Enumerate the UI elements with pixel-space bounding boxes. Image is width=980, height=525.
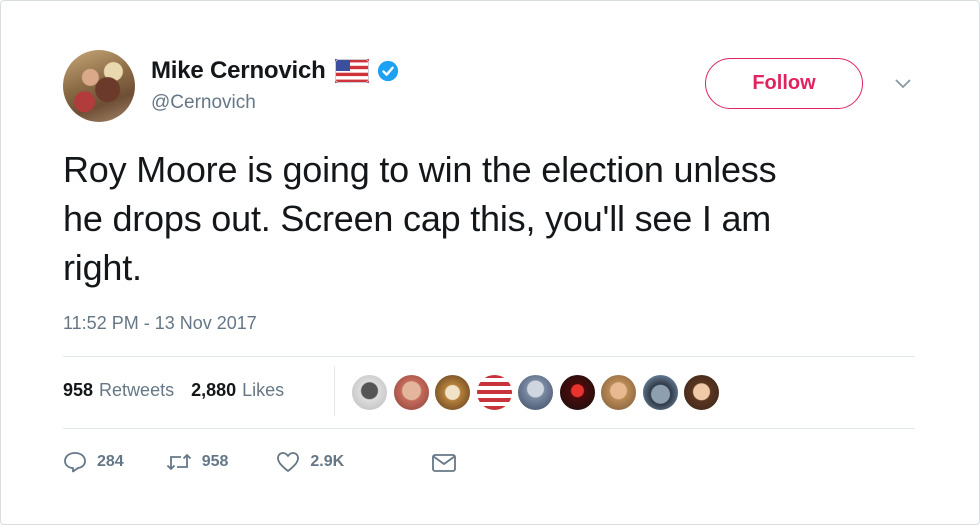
divider <box>63 356 915 357</box>
like-button[interactable]: 2.9K <box>276 451 344 473</box>
liker-avatar[interactable] <box>683 374 720 411</box>
liker-avatar[interactable] <box>392 374 430 411</box>
author-avatar[interactable] <box>63 50 135 122</box>
likes-count[interactable]: 2,880 <box>191 380 236 401</box>
liker-avatar[interactable] <box>641 374 679 411</box>
likes-label[interactable]: Likes <box>242 380 284 401</box>
verified-badge-icon <box>377 60 398 82</box>
retweet-icon <box>166 453 191 471</box>
liker-avatar[interactable] <box>517 374 554 411</box>
tweet-actions: 284 958 2.9K <box>63 451 344 473</box>
divider <box>63 428 915 429</box>
reply-icon <box>64 452 86 473</box>
liker-avatars <box>351 374 725 411</box>
retweet-count: 958 <box>201 453 229 470</box>
us-flag-icon <box>334 59 369 83</box>
liker-avatar[interactable] <box>475 374 513 411</box>
author-name-row: Mike Cernovich <box>151 57 399 85</box>
author-handle[interactable]: @Cernovich <box>151 92 256 114</box>
liker-avatar[interactable] <box>600 374 637 411</box>
liker-avatar[interactable] <box>351 374 388 411</box>
chevron-down-icon[interactable] <box>894 77 912 91</box>
retweets-count[interactable]: 958 <box>63 380 93 401</box>
direct-message-icon[interactable] <box>431 452 457 474</box>
reply-button[interactable]: 284 <box>63 451 124 473</box>
reply-count: 284 <box>97 453 124 470</box>
author-display-name[interactable]: Mike Cernovich <box>151 57 326 85</box>
tweet-text: Roy Moore is going to win the election u… <box>63 149 777 288</box>
tweet-timestamp[interactable]: 11:52 PM - 13 Nov 2017 <box>63 313 257 334</box>
follow-button[interactable]: Follow <box>705 58 863 109</box>
tweet-card: Mike Cernovich @Cernovich Follow Roy Moo… <box>0 0 980 525</box>
retweets-label[interactable]: Retweets <box>99 380 174 401</box>
stats-separator <box>334 366 335 416</box>
heart-icon <box>277 452 300 472</box>
like-count: 2.9K <box>310 453 345 470</box>
liker-avatar[interactable] <box>558 374 596 411</box>
liker-avatar[interactable] <box>434 374 471 411</box>
retweet-button[interactable]: 958 <box>166 452 229 472</box>
tweet-stats: 958 Retweets 2,880 Likes <box>63 380 284 401</box>
